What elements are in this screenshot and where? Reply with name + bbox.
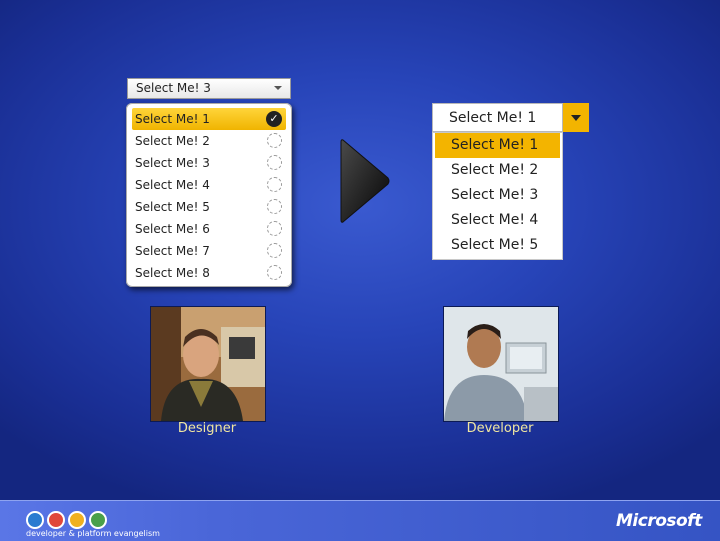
- styled-combo-box[interactable]: Select Me! 3: [127, 78, 291, 99]
- styled-list-item[interactable]: Select Me! 4: [132, 174, 286, 196]
- standard-list-item[interactable]: Select Me! 3: [435, 183, 560, 208]
- styled-list-item-label: Select Me! 2: [135, 134, 210, 148]
- styled-list-item[interactable]: Select Me! 8: [132, 262, 286, 284]
- styled-list-item-label: Select Me! 8: [135, 266, 210, 280]
- logo-circle-icon: [47, 511, 65, 529]
- footer-tagline: developer & platform evangelism: [26, 529, 160, 538]
- styled-list-item[interactable]: Select Me! 6: [132, 218, 286, 240]
- designer-photo: [150, 306, 266, 422]
- styled-combo-value: Select Me! 3: [136, 81, 211, 95]
- styled-dropdown-list: Select Me! 1 ✓ Select Me! 2 Select Me! 3…: [126, 103, 292, 287]
- radio-icon: [267, 177, 282, 192]
- styled-list-item-label: Select Me! 5: [135, 200, 210, 214]
- styled-list-item[interactable]: Select Me! 2: [132, 130, 286, 152]
- standard-list-item[interactable]: Select Me! 2: [435, 158, 560, 183]
- microsoft-logo: Microsoft: [616, 511, 702, 531]
- developer-label: Developer: [466, 421, 534, 436]
- radio-icon: [267, 243, 282, 258]
- standard-combo-value: Select Me! 1: [449, 110, 537, 126]
- styled-list-item-label: Select Me! 4: [135, 178, 210, 192]
- styled-list-item[interactable]: Select Me! 1 ✓: [132, 108, 286, 130]
- logo-circle-icon: [89, 511, 107, 529]
- styled-list-item-label: Select Me! 1: [135, 112, 210, 126]
- standard-list-item[interactable]: Select Me! 5: [435, 233, 560, 258]
- standard-list-item[interactable]: Select Me! 4: [435, 208, 560, 233]
- styled-list-item[interactable]: Select Me! 5: [132, 196, 286, 218]
- logo-circle-icon: [26, 511, 44, 529]
- developer-photo: [443, 306, 559, 422]
- styled-list-item-label: Select Me! 7: [135, 244, 210, 258]
- radio-icon: [267, 221, 282, 236]
- radio-icon: [267, 265, 282, 280]
- logo-circle-icon: [68, 511, 86, 529]
- evangelism-logo: [26, 511, 107, 529]
- dropdown-arrow-icon[interactable]: [563, 103, 589, 132]
- radio-icon: [267, 133, 282, 148]
- footer-bar: developer & platform evangelism Microsof…: [0, 500, 720, 541]
- standard-dropdown-list: Select Me! 1 Select Me! 2 Select Me! 3 S…: [432, 132, 563, 260]
- designer-label: Designer: [177, 421, 237, 436]
- styled-list-item-label: Select Me! 3: [135, 156, 210, 170]
- radio-icon: [267, 199, 282, 214]
- standard-list-item[interactable]: Select Me! 1: [435, 133, 560, 158]
- big-right-arrow-icon: [340, 139, 390, 223]
- styled-list-item[interactable]: Select Me! 3: [132, 152, 286, 174]
- styled-list-item[interactable]: Select Me! 7: [132, 240, 286, 262]
- check-icon: ✓: [266, 111, 282, 127]
- dropdown-arrow-icon[interactable]: [270, 81, 286, 95]
- radio-icon: [267, 155, 282, 170]
- standard-combo-box[interactable]: Select Me! 1: [432, 103, 563, 132]
- styled-list-item-label: Select Me! 6: [135, 222, 210, 236]
